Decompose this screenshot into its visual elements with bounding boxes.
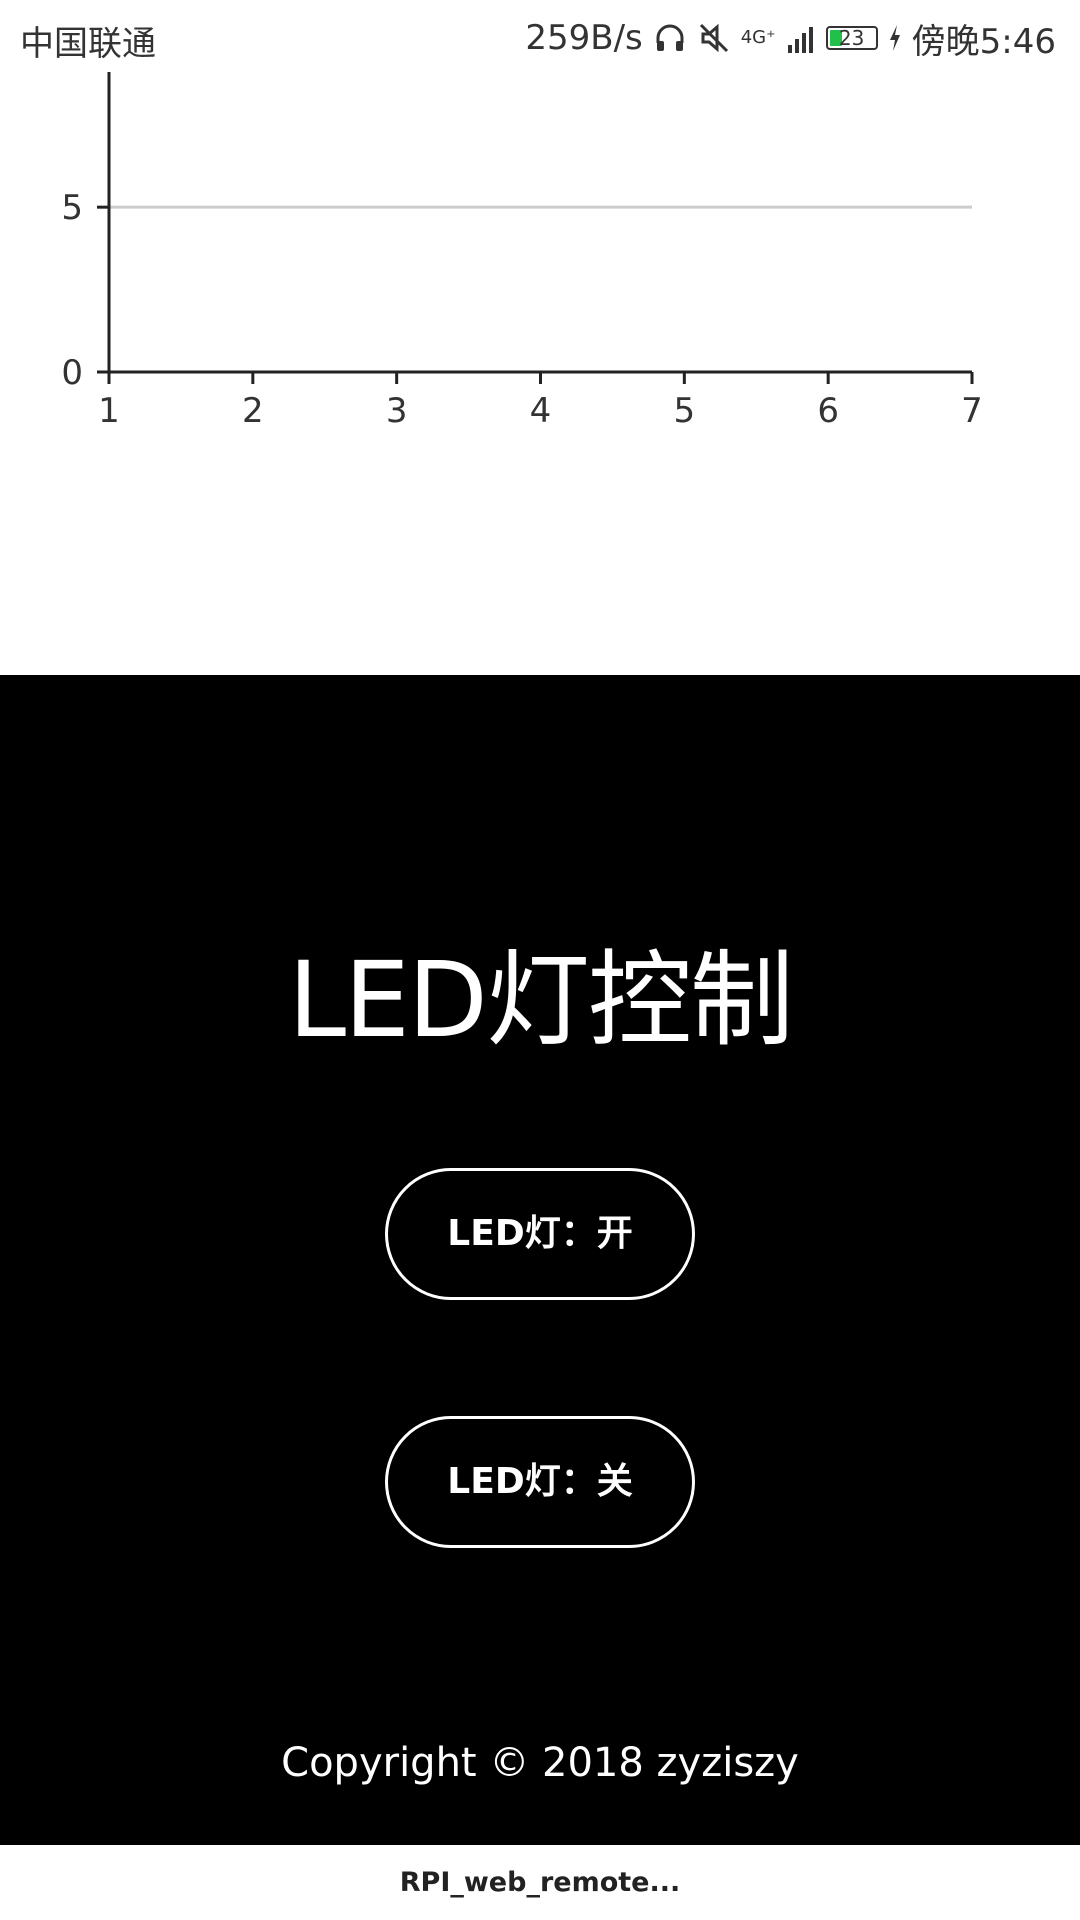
led-on-button[interactable]: LED灯：开 [385,1168,695,1300]
x-tick-label-4: 4 [530,391,552,431]
battery-level: 23 [838,26,865,50]
x-tick-label-7: 7 [961,391,983,431]
status-icons: 259B/s 4G⁺ 23 傍晚5:46 [525,14,1056,62]
headphone-icon [656,24,684,51]
x-tick-label-6: 6 [817,391,839,431]
signal-label: 4G⁺ [740,27,776,48]
led-off-button[interactable]: LED灯：关 [385,1416,695,1548]
led-control-panel: LED灯控制 LED灯：开 LED灯：关 Copyright © 2018 zy… [0,675,1080,1845]
line-chart: 0 5 1 2 3 4 5 6 7 [61,72,983,431]
page-title: LED灯控制 [288,939,794,1061]
y-tick-label-0: 0 [61,353,83,393]
x-tick-label-1: 1 [98,391,120,431]
browser-title-bar: RPI_web_remote... [0,1845,1080,1920]
clock: 傍晚5:46 [911,21,1056,62]
mute-icon [699,23,728,53]
x-tick-label-5: 5 [674,391,696,431]
charging-icon [889,25,900,51]
x-tick-label-2: 2 [242,391,264,431]
carrier-name: 中国联通 [20,24,156,64]
network-speed: 259B/s [525,18,643,58]
signal-icon [787,27,813,53]
battery-icon: 23 [825,26,878,50]
y-tick-label-5: 5 [61,188,83,228]
x-tick-label-3: 3 [386,391,408,431]
page-tab-title[interactable]: RPI_web_remote... [400,1867,681,1898]
copyright-text: Copyright © 2018 zyziszy [281,1740,799,1786]
